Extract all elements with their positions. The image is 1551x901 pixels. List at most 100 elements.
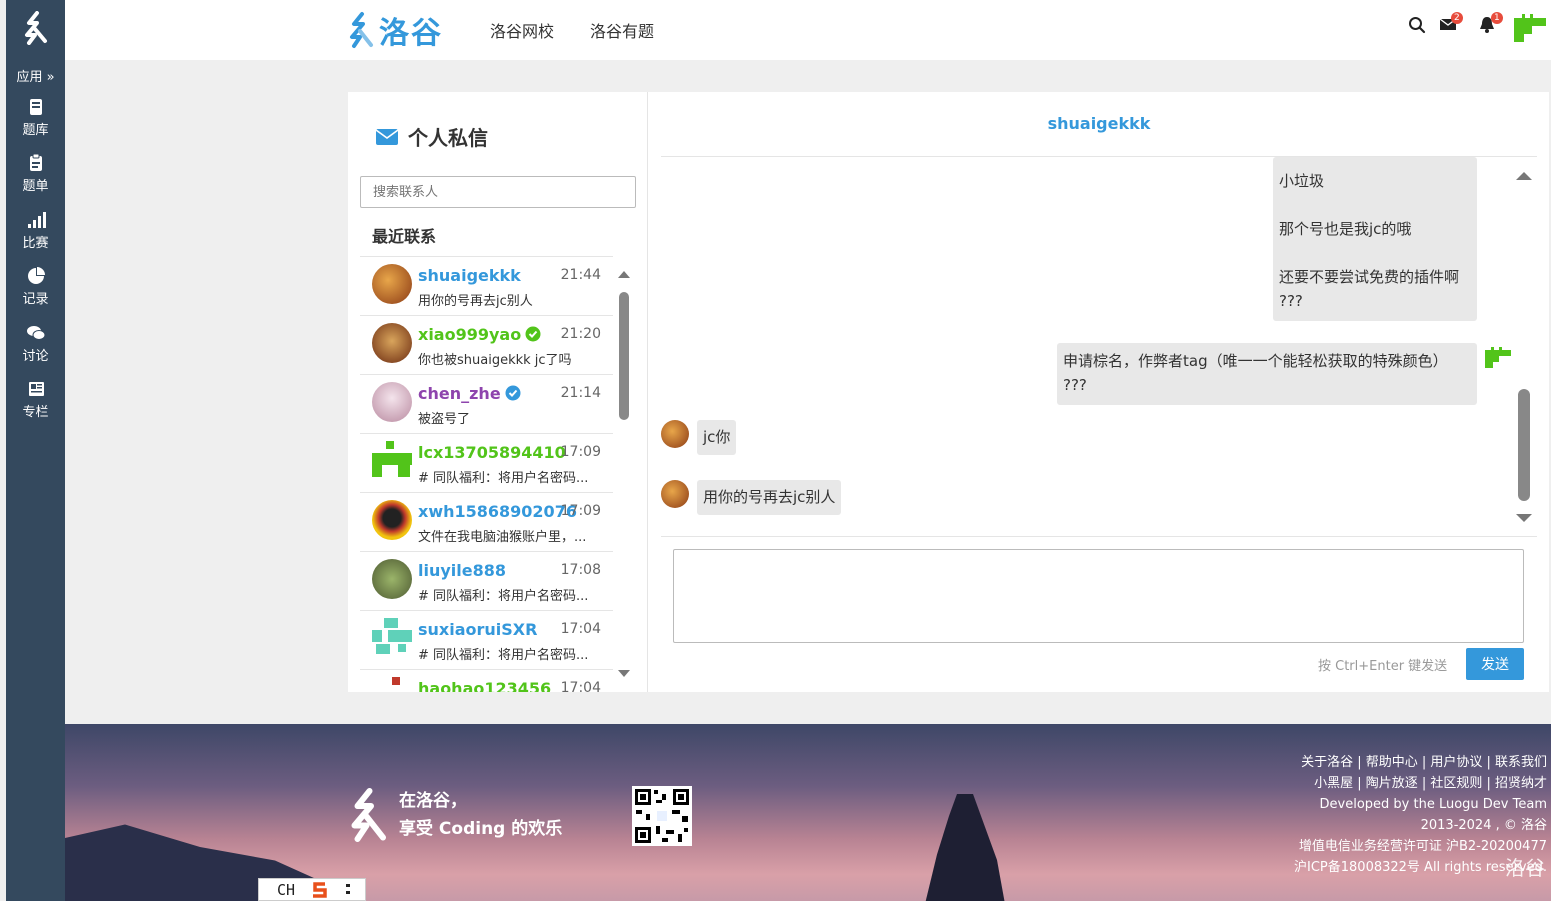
message-scrollbar[interactable] <box>1513 167 1535 527</box>
sogou-s-icon <box>307 879 334 900</box>
contacts-pane: 个人私信 最近联系 shuaigekkk 21:44 用你的号再去jc别人 xi… <box>348 92 648 692</box>
contact-item[interactable]: liuyile888 17:08 # 同队福利：将用户名密码... <box>360 552 613 611</box>
contact-time: 21:14 <box>560 385 601 401</box>
brand-logo[interactable]: 洛谷 <box>347 8 443 52</box>
send-hint: 按 Ctrl+Enter 键发送 <box>1318 659 1448 674</box>
message-bubble-sent: 申请棕名，作弊者tag（唯一一个能轻松获取的特殊颜色） ??? <box>1057 343 1477 405</box>
sidebar-item-training[interactable]: 题单 <box>6 153 65 194</box>
ime-menu-icon <box>346 883 351 894</box>
contact-list-scrollbar[interactable] <box>616 264 632 684</box>
contact-time: 17:04 <box>560 680 601 692</box>
footer-links-row[interactable]: 小黑屋 | 陶片放逐 | 社区规则 | 招贤纳才 <box>1294 773 1547 794</box>
partner-avatar <box>661 480 689 508</box>
contact-name: liuyile888 <box>418 561 507 580</box>
divider <box>661 536 1537 537</box>
sidebar-item-label: 专栏 <box>22 405 49 420</box>
contact-time: 21:44 <box>560 267 601 283</box>
message-card: 个人私信 最近联系 shuaigekkk 21:44 用你的号再去jc别人 xi… <box>348 92 1549 692</box>
footer-links-row[interactable]: 关于洛谷 | 帮助中心 | 用户协议 | 联系我们 <box>1294 752 1547 773</box>
footer-background <box>925 794 1005 901</box>
message-line <box>1279 193 1471 217</box>
nav-luogu-youti[interactable]: 洛谷有题 <box>590 18 654 42</box>
avatar <box>372 382 412 422</box>
contact-item[interactable]: lcx13705894410 17:09 # 同队福利：将用户名密码... <box>360 434 613 493</box>
send-button[interactable]: 发送 <box>1466 648 1524 680</box>
avatar <box>372 500 412 540</box>
sidebar-item-label: 题单 <box>22 179 49 194</box>
message-line: ??? <box>1279 292 1303 310</box>
avatar <box>372 559 412 599</box>
mail-icon[interactable]: 2 <box>1439 12 1463 36</box>
footer-copyright: 2013-2024 , © 洛谷 <box>1420 818 1547 833</box>
sidebar-item-label: 记录 <box>22 292 49 307</box>
avatar <box>372 441 412 477</box>
message-line: 用你的号再去jc别人 <box>703 488 836 506</box>
contact-time: 17:09 <box>560 444 601 460</box>
message-line: 申请棕名，作弊者tag（唯一一个能轻松获取的特殊颜色） <box>1063 352 1448 370</box>
footer-slogan: 在洛谷， 享受 Coding 的欢乐 <box>347 784 562 846</box>
message-input[interactable] <box>673 549 1524 643</box>
message-area: 小垃圾 那个号也是我jc的哦 还要不要尝试免费的插件啊 ??? 申请棕名，作弊者… <box>661 157 1537 537</box>
verified-badge-icon <box>505 385 521 401</box>
contact-preview: 用你的号再去jc别人 <box>418 294 533 309</box>
verified-badge-icon <box>525 326 541 342</box>
comments-icon <box>26 326 45 340</box>
clipboard-icon <box>29 153 42 171</box>
message-line: ??? <box>1063 376 1087 394</box>
message-line <box>1279 241 1471 265</box>
contact-name: lcx13705894410 <box>418 443 566 462</box>
contact-time: 17:09 <box>560 503 601 519</box>
message-line: jc你 <box>703 428 731 446</box>
my-avatar <box>1485 347 1511 368</box>
contact-name: xiao999yao <box>418 325 541 344</box>
apps-toggle[interactable]: 应用 » <box>6 66 65 85</box>
ime-language-label: CH <box>277 880 296 899</box>
contact-item[interactable]: haohao123456 17:04 <box>360 670 613 692</box>
bell-icon[interactable]: 1 <box>1479 12 1503 37</box>
contact-name: chen_zhe <box>418 384 521 403</box>
luogu-logo-icon <box>350 12 373 48</box>
contact-item[interactable]: xwh15868902076 17:09 文件在我电脑油猴账户里，... <box>360 493 613 552</box>
luogu-logo-icon[interactable] <box>6 8 65 48</box>
avatar <box>372 323 412 363</box>
sidebar-item-label: 题库 <box>22 123 49 138</box>
sidebar-item-problems[interactable]: 题库 <box>6 97 65 138</box>
contact-preview: # 同队福利：将用户名密码... <box>418 471 589 486</box>
contact-search-input[interactable] <box>360 176 636 208</box>
avatar <box>392 677 400 685</box>
sidebar-item-discuss[interactable]: 讨论 <box>6 323 65 364</box>
contact-preview: 被盗号了 <box>418 412 471 427</box>
sidebar-item-label: 讨论 <box>22 349 49 364</box>
chat-partner-name[interactable]: shuaigekkk <box>649 92 1549 156</box>
brand-name: 洛谷 <box>379 16 443 51</box>
user-avatar[interactable] <box>1514 14 1546 48</box>
luogu-logo-icon <box>351 788 386 842</box>
message-bubble-received: 用你的号再去jc别人 <box>697 480 842 515</box>
envelope-icon <box>376 128 398 145</box>
contact-preview: # 同队福利：将用户名密码... <box>418 589 589 604</box>
newspaper-icon <box>28 382 44 396</box>
contact-item[interactable]: suxiaoruiSXR 17:04 # 同队福利：将用户名密码... <box>360 611 613 670</box>
mail-badge: 2 <box>1451 12 1463 24</box>
contact-time: 17:04 <box>560 621 601 637</box>
sidebar-item-record[interactable]: 记录 <box>6 266 65 307</box>
ime-toolbar[interactable]: CH <box>258 878 366 901</box>
contact-preview: # 同队福利：将用户名密码... <box>418 648 589 663</box>
contact-name: shuaigekkk <box>418 266 521 285</box>
sidebar-item-blog[interactable]: 专栏 <box>6 379 65 420</box>
contact-item[interactable]: chen_zhe 21:14 被盗号了 <box>360 375 613 434</box>
qr-code-icon <box>632 786 692 846</box>
contact-name: xwh15868902076 <box>418 502 577 521</box>
top-header: 洛谷 洛谷网校 洛谷有题 2 1 <box>65 0 1551 60</box>
slogan-line: 在洛谷， <box>399 791 467 811</box>
watermark: 洛谷 <box>1505 856 1545 880</box>
contact-item[interactable]: xiao999yao 21:20 你也被shuaigekkk jc了吗 <box>360 316 613 375</box>
contact-time: 21:20 <box>560 326 601 342</box>
dev-team-link[interactable]: Luogu Dev Team <box>1439 797 1547 812</box>
sidebar-item-contest[interactable]: 比赛 <box>6 210 65 251</box>
search-icon[interactable] <box>1408 16 1426 38</box>
contact-item[interactable]: shuaigekkk 21:44 用你的号再去jc别人 <box>360 257 613 316</box>
message-line: 还要不要尝试免费的插件啊 <box>1279 268 1460 286</box>
slogan-line: 享受 Coding 的欢乐 <box>399 819 563 839</box>
nav-luogu-school[interactable]: 洛谷网校 <box>490 18 554 42</box>
